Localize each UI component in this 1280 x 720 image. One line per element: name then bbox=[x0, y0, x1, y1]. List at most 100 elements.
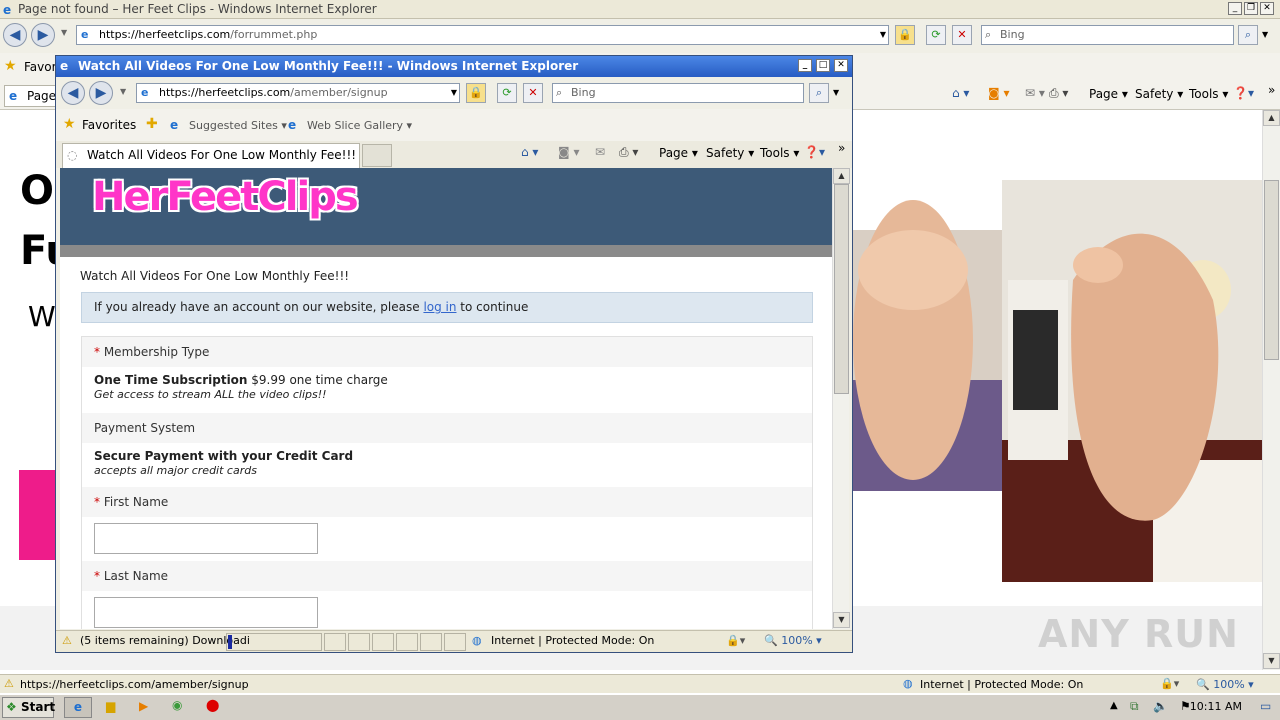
front-maximize-button[interactable]: □ bbox=[816, 59, 830, 72]
tray-network-icon[interactable]: ⧉ bbox=[1130, 699, 1139, 714]
taskbar-chrome-icon[interactable]: ◉ bbox=[172, 698, 182, 712]
front-search-icon[interactable]: ⌕ bbox=[809, 83, 829, 103]
back-tab[interactable]: e Page bbox=[4, 85, 56, 107]
back-search-input[interactable]: ⌕ Bing bbox=[981, 25, 1234, 45]
page-menu-label: Page bbox=[1089, 87, 1119, 101]
front-favorites-button[interactable]: Favorites bbox=[82, 118, 136, 132]
zoom-control[interactable]: 🔍 100% ▾ bbox=[1196, 678, 1254, 691]
search-icon[interactable]: ⌕ bbox=[1238, 25, 1258, 45]
front-search-options-icon[interactable]: ▼ bbox=[833, 88, 839, 97]
front-feeds-icon[interactable]: ◙ ▾ bbox=[558, 145, 579, 159]
back-address-bar[interactable]: e https://herfeetclips.com/forrummet.php… bbox=[76, 25, 889, 45]
taskbar-security-icon[interactable]: ⬤ bbox=[206, 698, 219, 712]
last-name-field[interactable] bbox=[94, 597, 318, 628]
payment-option[interactable]: Secure Payment with your Credit Card acc… bbox=[94, 449, 353, 477]
clock[interactable]: 10:11 AM bbox=[1190, 700, 1242, 713]
front-address-dropdown-icon[interactable]: ▼ bbox=[451, 84, 457, 102]
first-name-field[interactable] bbox=[94, 523, 318, 554]
start-button[interactable]: ❖ Start bbox=[2, 697, 55, 718]
status-pane bbox=[324, 633, 346, 651]
front-zoom-control[interactable]: 🔍 100% ▾ bbox=[764, 631, 822, 651]
front-mail-icon[interactable]: ✉ bbox=[595, 145, 605, 159]
scroll-down-icon[interactable]: ▼ bbox=[1263, 653, 1280, 669]
front-chevron-icon[interactable]: » bbox=[838, 141, 845, 155]
front-scroll-up-icon[interactable]: ▲ bbox=[833, 168, 850, 184]
address-dropdown-icon[interactable]: ▼ bbox=[880, 26, 886, 44]
site-logo[interactable]: HerFeetClips bbox=[92, 174, 359, 220]
front-help-icon[interactable]: ❓▾ bbox=[804, 145, 825, 159]
taskbar-ie-icon[interactable]: e bbox=[64, 697, 92, 718]
front-scroll-down-icon[interactable]: ▼ bbox=[833, 612, 850, 628]
search-options-icon[interactable]: ▼ bbox=[1262, 30, 1268, 39]
page-menu[interactable]: Page ▾ bbox=[1089, 87, 1128, 101]
security-settings-icon[interactable]: 🔒▾ bbox=[1160, 677, 1179, 690]
membership-option[interactable]: One Time Subscription $9.99 one time cha… bbox=[94, 373, 388, 401]
history-dropdown-icon[interactable]: ▼ bbox=[61, 28, 67, 37]
front-refresh-icon[interactable]: ⟳ bbox=[497, 83, 517, 103]
front-forward-button[interactable]: ▶ bbox=[89, 81, 113, 105]
feeds-icon[interactable]: ◙ ▾ bbox=[988, 86, 1009, 100]
front-lock-icon[interactable]: 🔒 bbox=[466, 83, 486, 103]
front-stop-icon[interactable]: ✕ bbox=[523, 83, 543, 103]
restore-button[interactable]: ❐ bbox=[1244, 2, 1258, 15]
scroll-thumb[interactable] bbox=[1264, 180, 1279, 360]
taskbar-folder-icon[interactable]: ▆ bbox=[106, 699, 115, 713]
back-window-titlebar[interactable]: e Page not found – Her Feet Clips - Wind… bbox=[0, 0, 1280, 19]
front-window-title: Watch All Videos For One Low Monthly Fee… bbox=[78, 59, 579, 73]
front-minimize-button[interactable]: _ bbox=[798, 59, 812, 72]
add-favorite-icon[interactable]: ✚ bbox=[146, 116, 158, 132]
new-tab-button[interactable] bbox=[362, 144, 392, 167]
print-icon[interactable]: ⎙ ▾ bbox=[1049, 86, 1068, 101]
help-icon[interactable]: ❓▾ bbox=[1233, 86, 1254, 100]
web-slice-gallery-button[interactable]: Web Slice Gallery ▾ bbox=[307, 119, 412, 132]
back-vertical-scrollbar[interactable]: ▲ ▼ bbox=[1262, 110, 1280, 670]
forward-button[interactable]: ▶ bbox=[31, 23, 55, 47]
front-page-menu[interactable]: Page ▾ bbox=[659, 146, 698, 160]
status-pane bbox=[420, 633, 442, 651]
first-name-label: First Name bbox=[103, 495, 169, 509]
globe-icon: ◍ bbox=[903, 677, 913, 690]
show-desktop-icon[interactable]: ▭ bbox=[1260, 699, 1271, 713]
suggested-sites-button[interactable]: Suggested Sites ▾ bbox=[189, 119, 287, 132]
front-close-button[interactable]: ✕ bbox=[834, 59, 848, 72]
tools-menu[interactable]: Tools ▾ bbox=[1189, 87, 1228, 101]
login-link[interactable]: log in bbox=[423, 300, 456, 314]
refresh-icon[interactable]: ⟳ bbox=[926, 25, 946, 45]
front-tools-menu[interactable]: Tools ▾ bbox=[760, 146, 799, 160]
warning-icon: ⚠ bbox=[4, 677, 14, 690]
lock-icon[interactable]: 🔒 bbox=[895, 25, 915, 45]
chevron-right-icon[interactable]: » bbox=[1268, 83, 1275, 97]
scroll-up-icon[interactable]: ▲ bbox=[1263, 110, 1280, 126]
stop-icon[interactable]: ✕ bbox=[952, 25, 972, 45]
favorites-star-icon[interactable]: ★ bbox=[4, 58, 17, 74]
tray-arrow-icon[interactable]: ▲ bbox=[1110, 700, 1118, 711]
safety-menu-label: Safety bbox=[1135, 87, 1174, 101]
back-button[interactable]: ◀ bbox=[3, 23, 27, 47]
back-window-navbar: ◀ ▶ ▼ e https://herfeetclips.com/forrumm… bbox=[0, 19, 1280, 53]
page-icon: e bbox=[81, 28, 89, 41]
front-vertical-scrollbar[interactable]: ▲ ▼ bbox=[832, 168, 850, 629]
first-name-header: * First Name bbox=[82, 487, 812, 517]
safety-menu[interactable]: Safety ▾ bbox=[1135, 87, 1183, 101]
front-security-settings-icon[interactable]: 🔒▾ bbox=[726, 631, 745, 651]
close-button[interactable]: ✕ bbox=[1260, 2, 1274, 15]
front-back-button[interactable]: ◀ bbox=[61, 81, 85, 105]
front-print-icon[interactable]: ⎙ ▾ bbox=[619, 145, 638, 160]
front-home-icon[interactable]: ⌂ ▾ bbox=[521, 145, 538, 159]
front-history-dropdown-icon[interactable]: ▼ bbox=[120, 87, 126, 96]
status-pane bbox=[372, 633, 394, 651]
front-search-input[interactable]: ⌕ Bing bbox=[552, 83, 804, 103]
tray-volume-icon[interactable]: 🔈 bbox=[1153, 699, 1168, 713]
front-favorites-star-icon[interactable]: ★ bbox=[63, 116, 76, 132]
front-tab-active[interactable]: ◌ Watch All Videos For One Low Monthly F… bbox=[62, 143, 360, 168]
last-name-header: * Last Name bbox=[82, 561, 812, 591]
front-window-titlebar[interactable]: e Watch All Videos For One Low Monthly F… bbox=[56, 56, 852, 77]
front-safety-menu[interactable]: Safety ▾ bbox=[706, 146, 754, 160]
front-scroll-thumb[interactable] bbox=[834, 184, 849, 394]
taskbar-media-icon[interactable]: ▶ bbox=[139, 699, 148, 713]
mail-icon[interactable]: ✉ ▾ bbox=[1025, 86, 1045, 100]
front-address-bar[interactable]: e https://herfeetclips.com/amember/signu… bbox=[136, 83, 460, 103]
home-icon[interactable]: ⌂ ▾ bbox=[952, 86, 969, 100]
minimize-button[interactable]: _ bbox=[1228, 2, 1242, 15]
back-pink-button[interactable] bbox=[19, 470, 55, 560]
